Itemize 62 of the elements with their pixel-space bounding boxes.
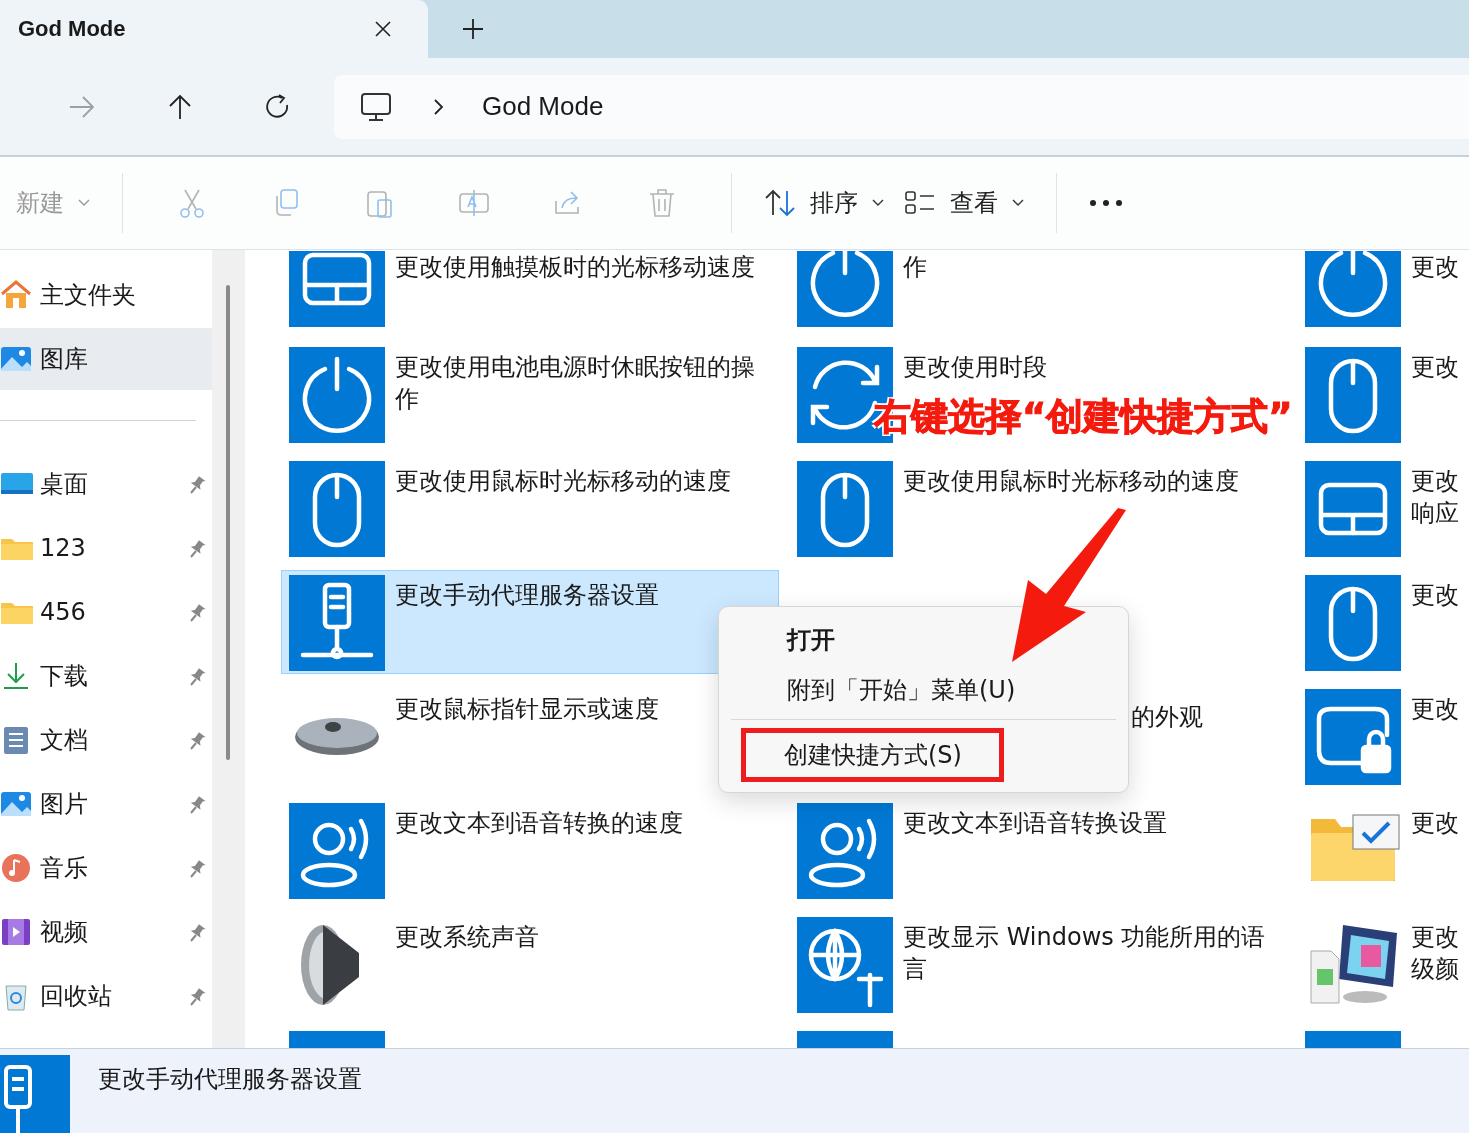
mouse-icon xyxy=(1305,347,1401,443)
item-label[interactable]: 更改使用鼠标时光标移动的速度 xyxy=(395,461,731,497)
mouse-icon xyxy=(289,461,385,557)
speaking-person-icon xyxy=(797,803,893,899)
item-label[interactable]: 更改使用鼠标时光标移动的速度 xyxy=(903,461,1239,497)
sidebar-item[interactable]: 图库 xyxy=(0,328,212,390)
sort-button[interactable]: 排序 xyxy=(754,181,894,225)
item-label[interactable]: 更改 xyxy=(1411,803,1459,839)
touchpad-icon xyxy=(1305,461,1401,557)
network-server-icon xyxy=(289,575,385,671)
item-label[interactable]: 更改 响应 xyxy=(1411,461,1459,529)
view-button[interactable]: 查看 xyxy=(894,181,1034,225)
sidebar-item[interactable]: 主文件夹 xyxy=(0,264,212,326)
power-icon xyxy=(289,347,385,443)
computer-icon xyxy=(360,90,392,123)
item-label[interactable]: 更改 级颜 xyxy=(1411,917,1459,985)
status-text: 更改手动代理服务器设置 xyxy=(98,1064,362,1095)
globe-icon xyxy=(797,917,893,1013)
chevron-icon[interactable] xyxy=(432,97,446,116)
sidebar-item[interactable]: 文档 xyxy=(0,709,212,771)
item-label[interactable]: 更改 xyxy=(1411,689,1459,725)
sidebar-item[interactable]: 回收站 xyxy=(0,965,212,1027)
plus-icon[interactable] xyxy=(462,18,484,40)
sort-icon xyxy=(764,188,796,218)
item-label[interactable]: 的外观 xyxy=(1131,689,1203,733)
caret-icon xyxy=(872,199,884,207)
item-label[interactable]: 更改 xyxy=(1411,347,1459,383)
item-label[interactable]: 更改文本到语音转换的速度 xyxy=(395,803,683,839)
menu-item[interactable]: 创建快捷方式(S) xyxy=(741,728,1004,782)
item-label[interactable]: 更改系统声音 xyxy=(395,917,539,953)
sidebar-item[interactable]: 123 xyxy=(0,517,212,579)
address-bar[interactable]: God Mode xyxy=(334,74,1469,139)
more-icon[interactable] xyxy=(1089,199,1123,207)
item-label[interactable]: 更改显示 Windows 功能所用的语 言 xyxy=(903,917,1266,985)
speaking-person-icon xyxy=(289,803,385,899)
tab[interactable]: God Mode xyxy=(0,0,428,58)
item-label: 更改手动代理服务器设置 xyxy=(395,580,659,611)
mouse-icon xyxy=(1305,575,1401,671)
mouse-icon xyxy=(797,461,893,557)
item-label[interactable]: 更改使用电池电源时休眠按钮的操 作 xyxy=(395,347,755,415)
sidebar-item[interactable]: 456 xyxy=(0,581,212,643)
close-icon[interactable] xyxy=(374,20,392,38)
breadcrumb[interactable]: God Mode xyxy=(482,91,604,122)
item-label[interactable]: 作 xyxy=(903,251,927,283)
list-view-icon xyxy=(904,189,936,217)
tab-title: God Mode xyxy=(18,16,126,42)
sidebar-item[interactable]: 视频 xyxy=(0,901,212,963)
item-label[interactable]: 更改文本到语音转换设置 xyxy=(903,803,1167,839)
sidebar-item[interactable]: 图片 xyxy=(0,773,212,835)
sidebar-item[interactable]: 音乐 xyxy=(0,837,212,899)
item-label[interactable]: 更改鼠标指针显示或速度 xyxy=(395,689,659,725)
caret-icon xyxy=(78,199,90,207)
sidebar-item[interactable]: 桌面 xyxy=(0,453,212,515)
item-label[interactable]: 更改使用时段 xyxy=(903,347,1047,383)
network-server-icon xyxy=(0,1055,70,1133)
item-label[interactable]: 更改 xyxy=(1411,251,1459,283)
selected-item[interactable]: 更改手动代理服务器设置 xyxy=(281,570,779,674)
lock-screen-icon xyxy=(1305,689,1401,785)
caret-icon xyxy=(1012,199,1024,207)
item-label[interactable]: 更改 xyxy=(1411,575,1459,611)
item-label[interactable]: 更改使用触摸板时的光标移动速度 xyxy=(395,251,755,283)
sidebar-item[interactable]: 下载 xyxy=(0,645,212,707)
